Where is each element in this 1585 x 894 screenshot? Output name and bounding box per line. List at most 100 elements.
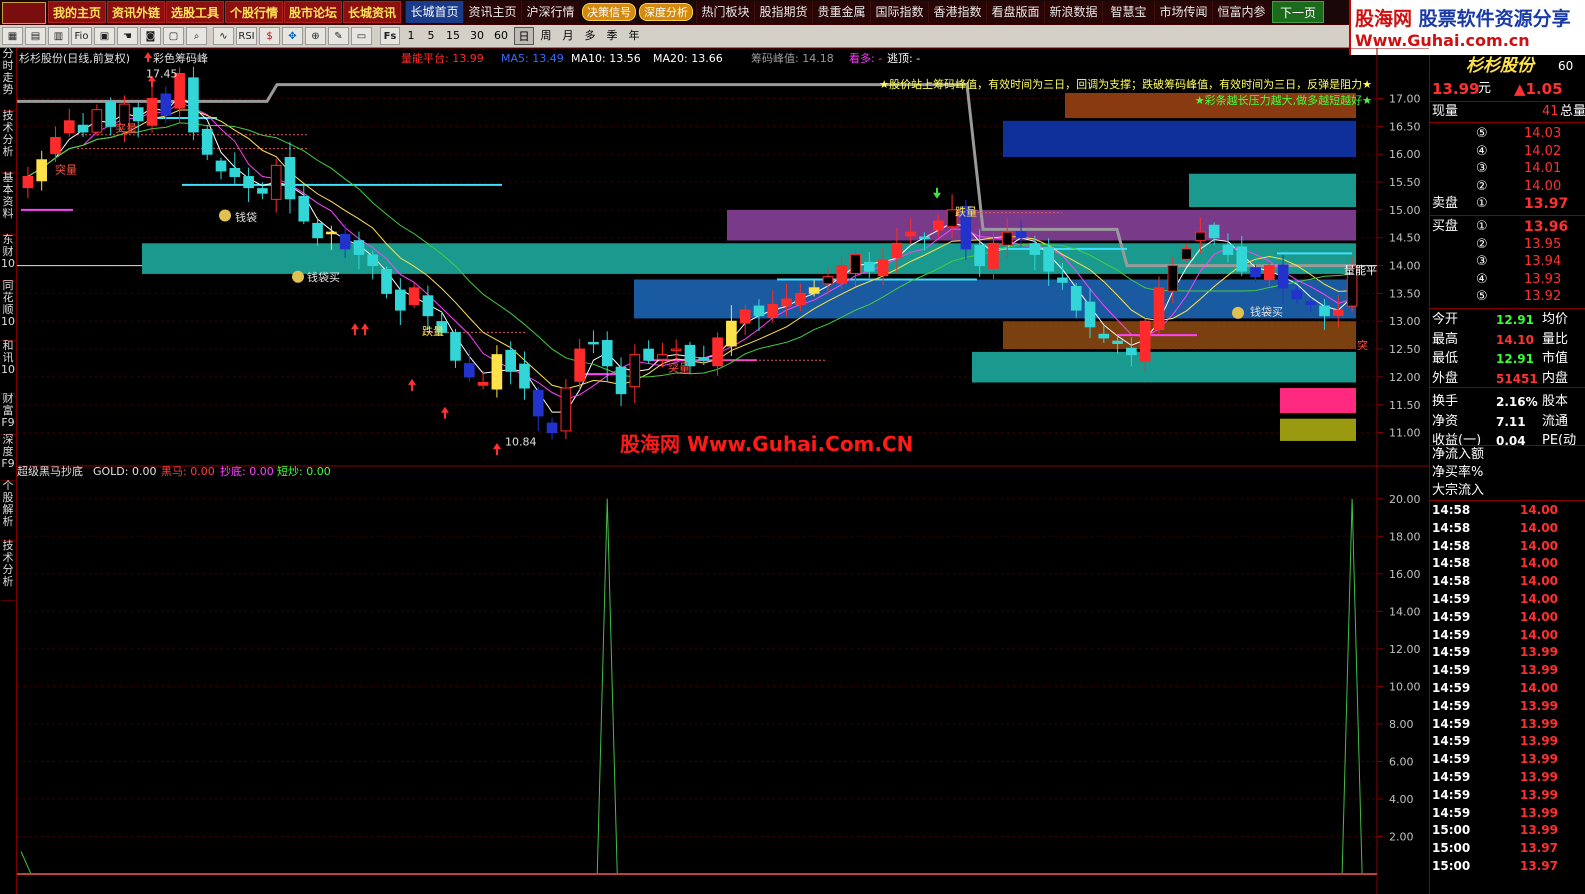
nav-item[interactable]: 股市论坛 <box>284 1 342 23</box>
signal-label: 突量 <box>55 163 77 177</box>
wave-icon[interactable]: ∿ <box>213 27 234 45</box>
tick-row: 14:59 13.99 <box>1430 661 1585 679</box>
box-icon[interactable]: ▢ <box>163 27 184 45</box>
bid-row: ⑤ 13.92 <box>1430 288 1585 306</box>
line-icon[interactable]: ▥ <box>48 27 69 45</box>
nav-item[interactable]: 恒富内参 <box>1212 1 1270 23</box>
nav-item[interactable]: 看盘版面 <box>986 1 1044 23</box>
period-年[interactable]: 年 <box>624 27 644 45</box>
duanchao-value: 短炒: 0.00 <box>277 464 331 478</box>
candle-body <box>1181 248 1192 260</box>
candle-body <box>1126 347 1137 356</box>
period-30[interactable]: 30 <box>466 27 488 45</box>
home-icon[interactable] <box>2 2 46 24</box>
period-15[interactable]: 15 <box>442 27 464 45</box>
tick-row: 14:58 14.00 <box>1430 519 1585 537</box>
signal-label: 跌量 <box>422 324 444 338</box>
candle-body <box>477 381 489 386</box>
period-周[interactable]: 周 <box>536 27 556 45</box>
nav-item[interactable]: 市场传闻 <box>1154 1 1212 23</box>
nav-item[interactable]: 股指期货 <box>754 1 812 23</box>
nav-item[interactable]: 热门板块 <box>696 1 754 23</box>
candle-body <box>670 348 682 352</box>
main-chart[interactable]: 17.00 16.50 16.00 15.50 15.00 14.50 14.00 13.50… <box>17 48 1429 894</box>
candle-body <box>891 242 903 259</box>
nav-item[interactable]: 资讯外链 <box>107 1 165 23</box>
vtab-9[interactable]: 技术分析 <box>1 540 15 601</box>
nav-item[interactable]: 个股行情 <box>225 1 283 23</box>
candle-body <box>615 366 627 395</box>
nav-item[interactable]: 长城首页 <box>405 1 463 23</box>
vtab-0[interactable]: 分时走势 <box>1 48 15 111</box>
stat-label: 今开 <box>1432 312 1459 327</box>
tick-time: 15:00 <box>1432 841 1471 856</box>
special-button[interactable]: 深度分析 <box>639 3 693 21</box>
vtab-3[interactable]: 东财10 <box>1 234 15 281</box>
stat-value: 12.91 <box>1496 352 1534 366</box>
tick-time: 14:59 <box>1432 805 1471 820</box>
vtab-7[interactable]: 深度F9 <box>1 434 15 481</box>
nav-item[interactable]: 资讯主页 <box>463 1 521 23</box>
special-button[interactable]: 决策信号 <box>582 3 636 21</box>
tick-row: 14:59 13.99 <box>1430 786 1585 804</box>
pen-icon[interactable]: ✎ <box>328 27 349 45</box>
site-logo: 股海网 股票软件资源分享 Www.Guhai.com.cn <box>1349 0 1585 55</box>
doc-icon[interactable]: ▣ <box>94 27 115 45</box>
tick-time: 14:59 <box>1432 734 1471 749</box>
nav-item[interactable]: 长城资讯 <box>343 1 401 23</box>
nav-item[interactable]: 智慧宝 <box>1102 1 1154 23</box>
period-多[interactable]: 多 <box>580 27 600 45</box>
divider <box>1430 101 1585 102</box>
nav-item[interactable]: 贵重金属 <box>812 1 870 23</box>
candle-body <box>1015 231 1027 239</box>
vtab-6[interactable]: 财富F9 <box>1 393 15 435</box>
page-icon[interactable]: ▭ <box>351 27 372 45</box>
fio-icon[interactable]: Fio <box>71 27 92 45</box>
vtab-1[interactable]: 技术分析 <box>1 110 15 173</box>
price-tick-label: 16.00 <box>1389 148 1421 161</box>
vtab-2[interactable]: 基本资料 <box>1 172 15 235</box>
bid-price: 13.95 <box>1524 236 1562 252</box>
dollar-icon[interactable]: $ <box>259 27 280 45</box>
compass-icon[interactable]: ⊕ <box>305 27 326 45</box>
candle-body <box>726 320 737 347</box>
grid-icon[interactable]: ▦ <box>2 27 23 45</box>
stat-row: 换手 2.16% 股本 <box>1430 393 1585 411</box>
vtab-5[interactable]: 和讯10 <box>1 340 15 394</box>
period-季[interactable]: 季 <box>602 27 622 45</box>
bid-row: ② 13.95 <box>1430 236 1585 254</box>
bid-price: 13.93 <box>1524 271 1562 287</box>
fs-button[interactable]: Fs <box>380 27 400 45</box>
rsi-icon[interactable]: RSI <box>236 27 257 45</box>
candle-body <box>284 157 296 200</box>
vtab-8[interactable]: 个股解析 <box>1 480 15 541</box>
move-icon[interactable]: ✥ <box>282 27 303 45</box>
price-tick-label: 16.50 <box>1389 120 1421 133</box>
nav-item[interactable]: 香港指数 <box>928 1 986 23</box>
nav-item[interactable]: 国际指数 <box>870 1 928 23</box>
period-5[interactable]: 5 <box>422 27 440 45</box>
nav-item[interactable]: 沪深行情 <box>521 1 579 23</box>
now-volume-label: 现量 <box>1432 104 1459 119</box>
chip-band-4 <box>727 209 1356 241</box>
bid-price: 13.94 <box>1524 254 1562 270</box>
next-page-button[interactable]: 下一页>> <box>1272 1 1324 42</box>
flow-row: 净买率% <box>1430 464 1585 482</box>
zoom-icon[interactable]: ⌕ <box>186 27 207 45</box>
nav-item[interactable]: 我的主页 <box>48 1 106 23</box>
nav-item[interactable]: 新浪数据 <box>1044 1 1102 23</box>
down-arrow-icon <box>933 187 941 199</box>
period-1[interactable]: 1 <box>402 27 420 45</box>
period-日[interactable]: 日 <box>514 27 534 45</box>
stat-label: 最低 <box>1432 351 1459 366</box>
hand-icon[interactable]: ☚ <box>117 27 138 45</box>
period-60[interactable]: 60 <box>490 27 512 45</box>
candle-body <box>1305 301 1317 306</box>
vtab-4[interactable]: 同花顺10 <box>1 280 15 341</box>
candle-body <box>753 305 765 317</box>
period-月[interactable]: 月 <box>558 27 578 45</box>
tick-row: 14:59 13.99 <box>1430 750 1585 768</box>
camera-icon[interactable]: ◙ <box>140 27 161 45</box>
table-icon[interactable]: ▤ <box>25 27 46 45</box>
nav-item[interactable]: 选股工具 <box>166 1 224 23</box>
